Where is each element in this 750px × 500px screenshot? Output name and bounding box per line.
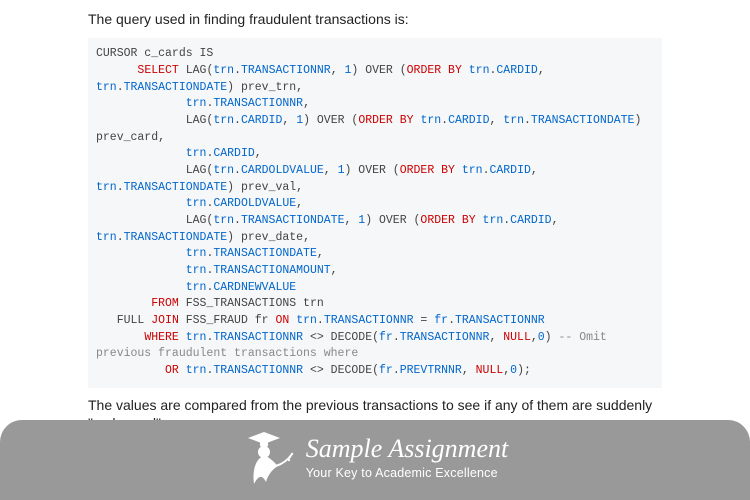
footer-brand: Sample Assignment Your Key to Academic E… [242, 426, 508, 490]
brand-text-group: Sample Assignment Your Key to Academic E… [306, 436, 508, 480]
brand-tagline: Your Key to Academic Excellence [306, 466, 508, 480]
footer-banner: Sample Assignment Your Key to Academic E… [0, 420, 750, 500]
content-area: The query used in finding fraudulent tra… [0, 0, 750, 432]
brand-name: Sample Assignment [306, 436, 508, 462]
graduate-logo-icon [242, 426, 300, 490]
sql-code-block: CURSOR c_cards IS SELECT LAG(trn.TRANSAC… [88, 38, 662, 387]
intro-paragraph: The query used in finding fraudulent tra… [88, 10, 662, 28]
